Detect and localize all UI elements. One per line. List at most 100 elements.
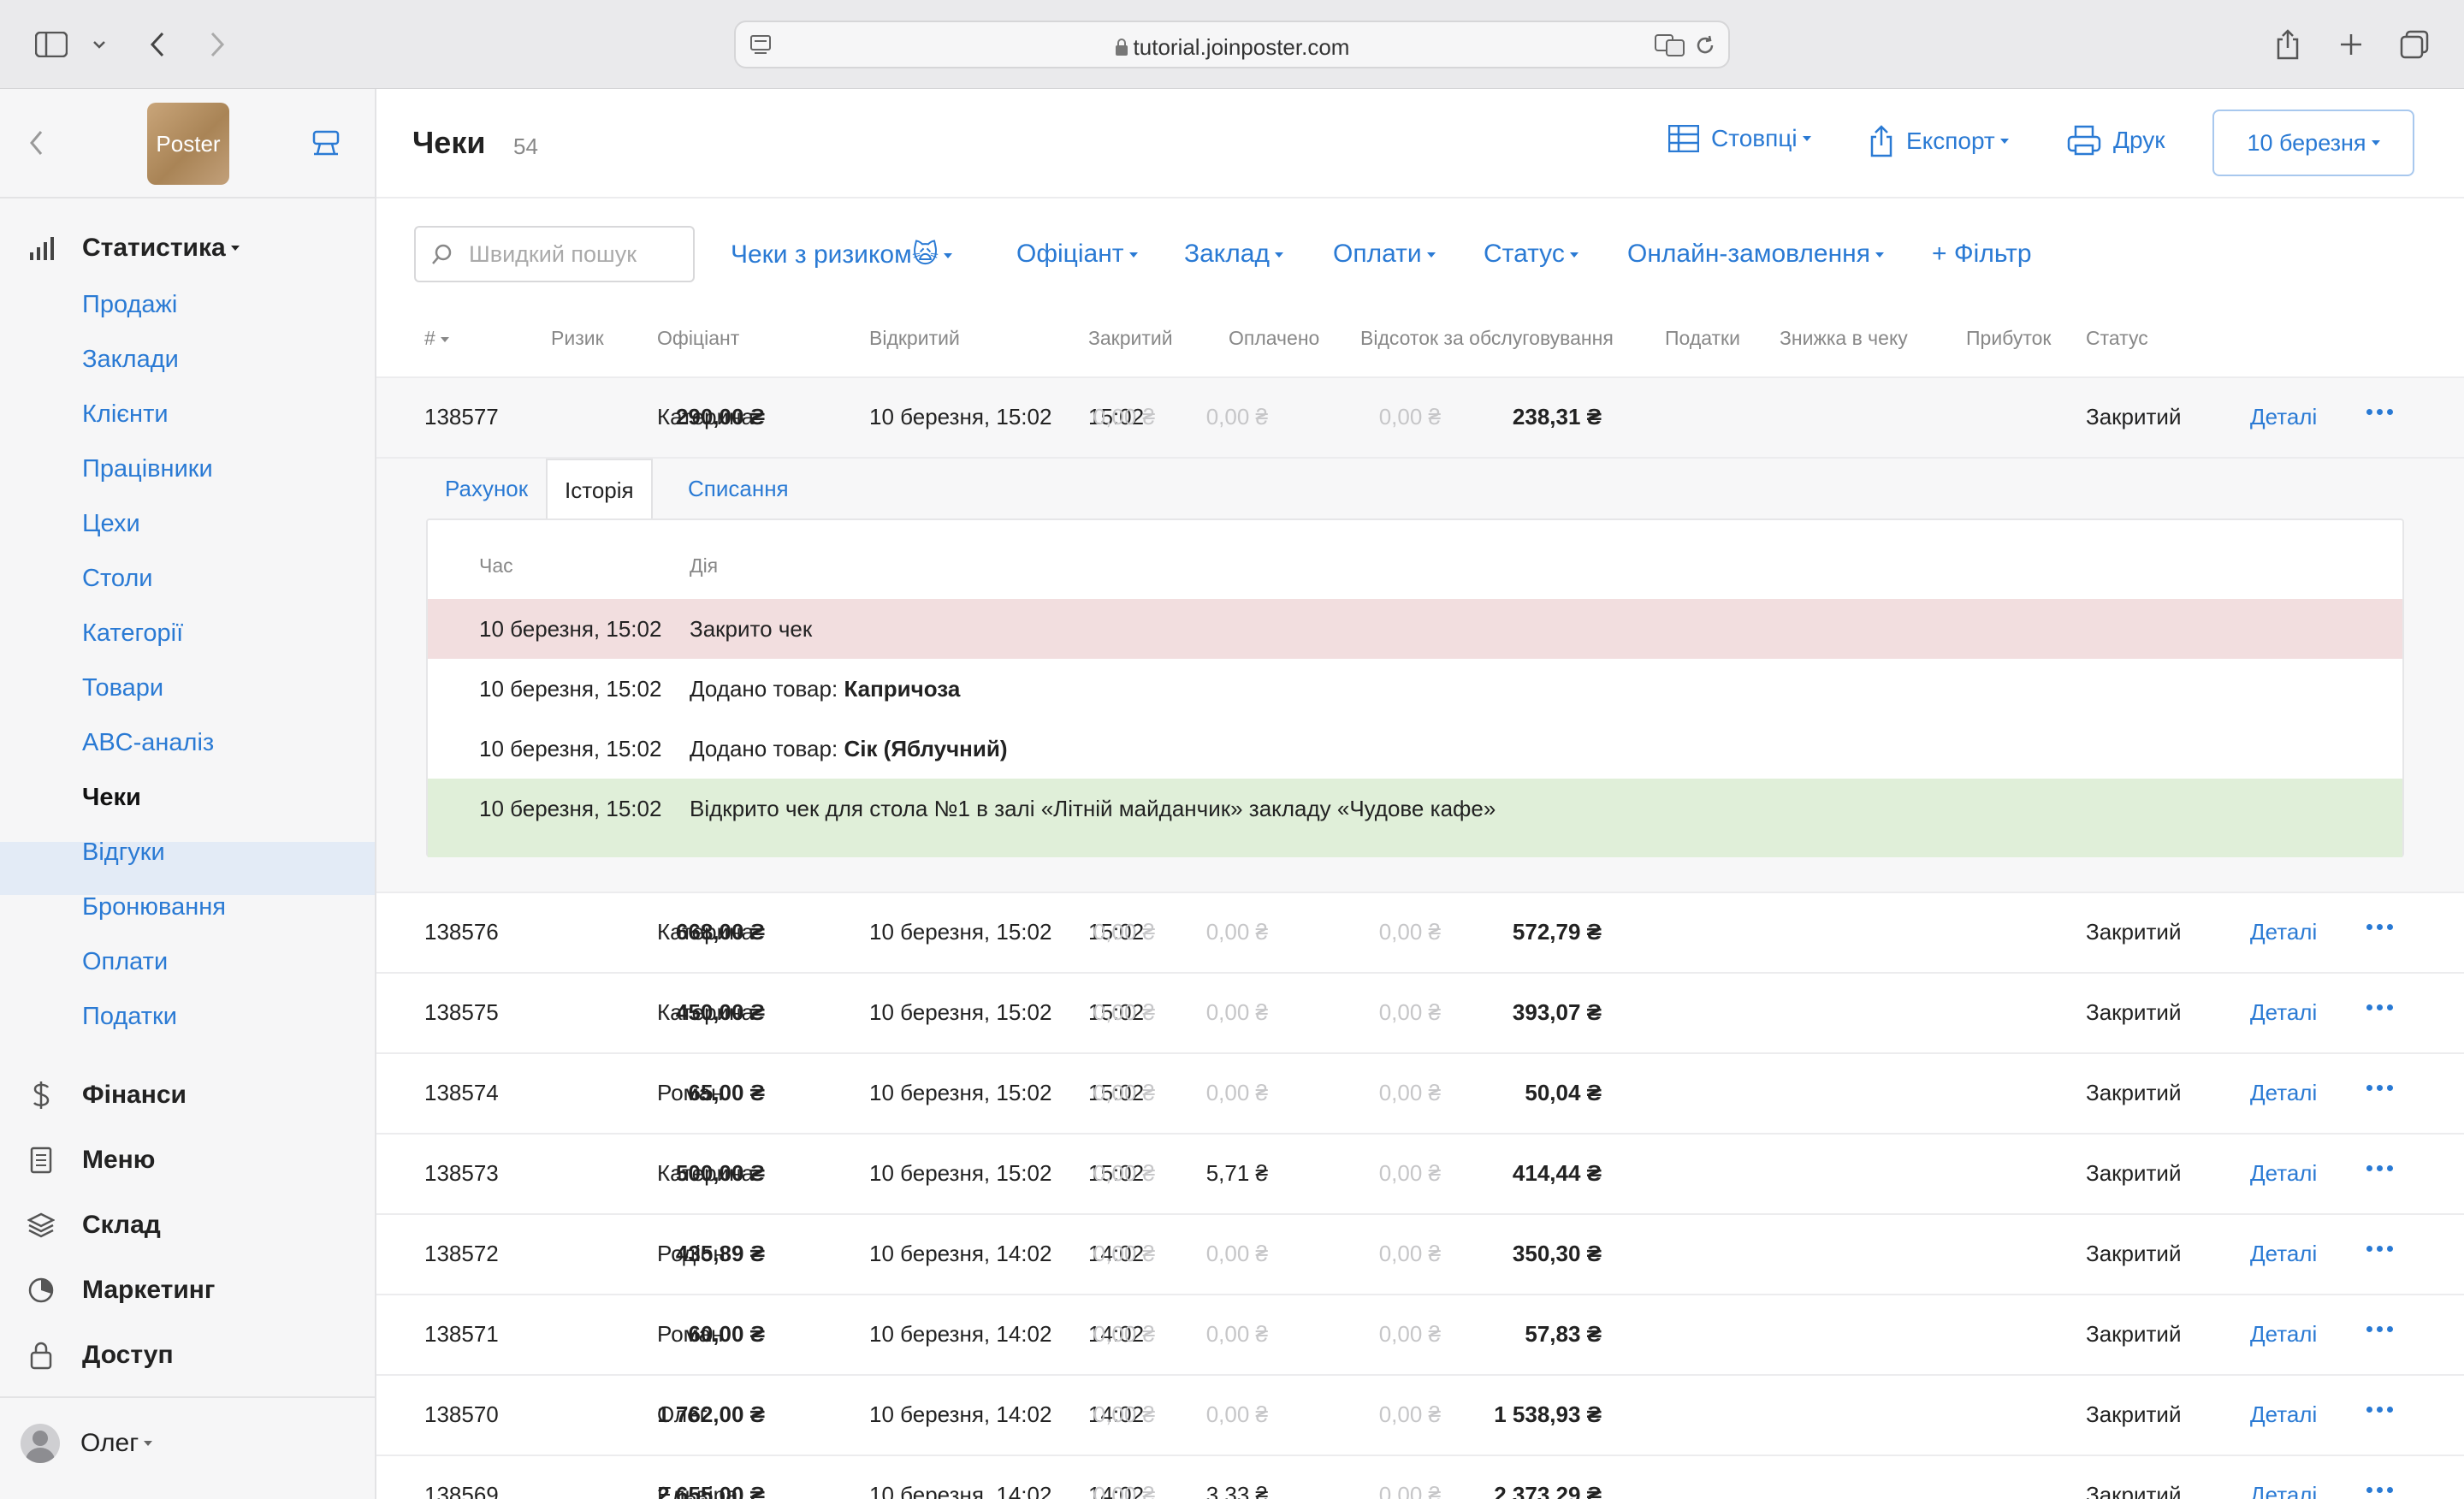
filter-status[interactable]: Статус <box>1484 240 1578 269</box>
history-action-text: Закрито чек <box>690 616 813 642</box>
cell-id: 138574 <box>424 1080 499 1105</box>
columns-button[interactable]: Стовпці <box>1668 125 1811 152</box>
table-row[interactable]: 138576 Катерина 10 березня, 15:02 15:02 668,… <box>376 893 2464 974</box>
table-row[interactable]: 138575 Катерина 10 березня, 15:02 15:02 450,… <box>376 974 2464 1054</box>
more-options-icon[interactable] <box>2366 1487 2393 1493</box>
cell-service: 0,00 ₴ <box>1093 999 1155 1025</box>
filter-venue[interactable]: Заклад <box>1184 240 1283 269</box>
caret-down-icon <box>1999 139 2009 144</box>
col-header-risk: Ризик <box>551 327 604 349</box>
tab-overview-icon[interactable] <box>2396 26 2433 63</box>
cell-paid: 668,00 ₴ <box>675 919 765 945</box>
nav-item-payments[interactable]: Оплати <box>82 948 168 976</box>
address-bar[interactable]: tutorial.joinposter.com <box>734 21 1730 68</box>
filter-waiter[interactable]: Офіціант <box>1016 240 1138 269</box>
filter-status-label: Статус <box>1484 240 1565 268</box>
table-row[interactable]: 138577 Катерина 10 березня, 15:02 15:02 290,… <box>376 378 2464 459</box>
date-picker-button[interactable]: 10 березня <box>2212 110 2414 176</box>
nav-statistics[interactable]: Статистика <box>26 233 240 264</box>
nav-warehouse[interactable]: Склад <box>26 1210 161 1241</box>
table-row[interactable]: 138574 Роман 10 березня, 15:02 15:02 65,00 ₴… <box>376 1054 2464 1135</box>
nav-menu[interactable]: Меню <box>26 1145 155 1176</box>
poster-logo[interactable]: Poster <box>147 103 229 185</box>
print-button[interactable]: Друк <box>2067 125 2165 156</box>
nav-item-workshops[interactable]: Цехи <box>82 510 140 538</box>
tab-bill[interactable]: Рахунок <box>428 459 545 518</box>
more-options-icon[interactable] <box>2366 1246 2393 1252</box>
cell-discount: 0,00 ₴ <box>1378 404 1441 430</box>
nav-warehouse-label: Склад <box>82 1211 161 1239</box>
nav-item-employees[interactable]: Працівники <box>82 455 213 483</box>
details-link[interactable]: Деталі <box>2250 404 2317 430</box>
translate-icon[interactable] <box>1655 34 1685 61</box>
more-options-icon[interactable] <box>2366 1326 2393 1332</box>
chevron-down-icon[interactable] <box>80 26 118 63</box>
more-options-icon[interactable] <box>2366 1407 2393 1413</box>
details-link[interactable]: Деталі <box>2250 1482 2317 1499</box>
details-link[interactable]: Деталі <box>2250 1241 2317 1267</box>
more-options-icon[interactable] <box>2366 1085 2393 1091</box>
cell-profit: 238,31 ₴ <box>1512 404 1602 430</box>
nav-item-abc[interactable]: ABC-аналіз <box>82 729 214 757</box>
col-header-service: Відсоток за обслуговування <box>1360 327 1614 349</box>
add-filter-button[interactable]: + Фільтр <box>1932 240 2032 269</box>
cell-service: 0,00 ₴ <box>1093 1241 1155 1266</box>
cell-taxes: 0,00 ₴ <box>1205 919 1268 945</box>
filter-payments[interactable]: Оплати <box>1333 240 1436 269</box>
search-input[interactable]: Швидкий пошук <box>414 226 695 282</box>
new-tab-icon[interactable] <box>2332 26 2370 63</box>
details-link[interactable]: Деталі <box>2250 1080 2317 1106</box>
nav-item-categories[interactable]: Категорії <box>82 619 183 648</box>
export-button[interactable]: Експорт <box>1869 125 2009 157</box>
cell-status: Закритий <box>2086 1482 2182 1499</box>
nav-item-clients[interactable]: Клієнти <box>82 400 169 429</box>
more-options-icon[interactable] <box>2366 924 2393 930</box>
details-link[interactable]: Деталі <box>2250 1401 2317 1428</box>
nav-finance[interactable]: Фінанси <box>26 1080 187 1111</box>
cell-paid: 290,00 ₴ <box>675 404 765 430</box>
filter-risk[interactable]: Чеки з ризиком🙀 <box>731 240 952 270</box>
collapse-sidebar-icon[interactable] <box>29 130 43 160</box>
nav-item-products[interactable]: Товари <box>82 674 163 702</box>
columns-label: Стовпці <box>1711 125 1798 151</box>
nav-item-reviews[interactable]: Відгуки <box>82 838 165 867</box>
pos-terminal-icon[interactable] <box>310 128 342 163</box>
forward-icon[interactable] <box>198 26 236 63</box>
more-options-icon[interactable] <box>2366 409 2393 415</box>
table-row[interactable]: 138571 Роман 10 березня, 14:02 14:02 60,00 ₴… <box>376 1295 2464 1376</box>
nav-access[interactable]: Доступ <box>26 1340 174 1371</box>
history-table: Час Дія 10 березня, 15:02 Закрито чек 10… <box>426 518 2404 857</box>
filter-payments-label: Оплати <box>1333 240 1422 268</box>
reload-icon[interactable] <box>1694 34 1716 61</box>
more-options-icon[interactable] <box>2366 1004 2393 1010</box>
filter-online[interactable]: Онлайн-замовлення <box>1627 240 1884 269</box>
details-link[interactable]: Деталі <box>2250 999 2317 1026</box>
table-row[interactable]: 138573 Катерина 10 березня, 15:02 15:02 500,… <box>376 1135 2464 1215</box>
sidebar-toggle-icon[interactable] <box>33 26 70 63</box>
nav-item-taxes[interactable]: Податки <box>82 1003 177 1031</box>
nav-item-sales[interactable]: Продажі <box>82 291 177 319</box>
back-icon[interactable] <box>139 26 176 63</box>
details-link[interactable]: Деталі <box>2250 1321 2317 1348</box>
details-link[interactable]: Деталі <box>2250 919 2317 945</box>
cell-profit: 2 373,29 ₴ <box>1494 1482 1602 1499</box>
more-options-icon[interactable] <box>2366 1165 2393 1171</box>
cell-service: 0,00 ₴ <box>1093 1401 1155 1427</box>
col-header-num[interactable]: # <box>424 327 449 350</box>
tab-write-offs[interactable]: Списання <box>671 459 806 518</box>
nav-item-receipts[interactable]: Чеки <box>82 784 141 812</box>
cell-status: Закритий <box>2086 404 2182 430</box>
tab-history[interactable]: Історія <box>546 459 653 520</box>
nav-item-tables[interactable]: Столи <box>82 565 153 593</box>
user-menu[interactable]: Олег <box>21 1424 153 1463</box>
table-row[interactable]: 138570 Олег 10 березня, 14:02 14:02 1 762,00… <box>376 1376 2464 1456</box>
share-icon[interactable] <box>2269 26 2307 63</box>
table-row[interactable]: 138569 Ельвіра 10 березня, 14:02 14:02 2 655… <box>376 1456 2464 1499</box>
details-link[interactable]: Деталі <box>2250 1160 2317 1187</box>
nav-item-reservations[interactable]: Бронювання <box>82 893 226 921</box>
table-row[interactable]: 138572 Родіон 10 березня, 14:02 14:02 435,89… <box>376 1215 2464 1295</box>
cell-opened: 10 березня, 14:02 <box>869 1321 1052 1347</box>
nav-marketing[interactable]: Маркетинг <box>26 1275 215 1306</box>
history-time: 10 березня, 15:02 <box>479 616 662 642</box>
nav-item-venues[interactable]: Заклади <box>82 346 179 374</box>
